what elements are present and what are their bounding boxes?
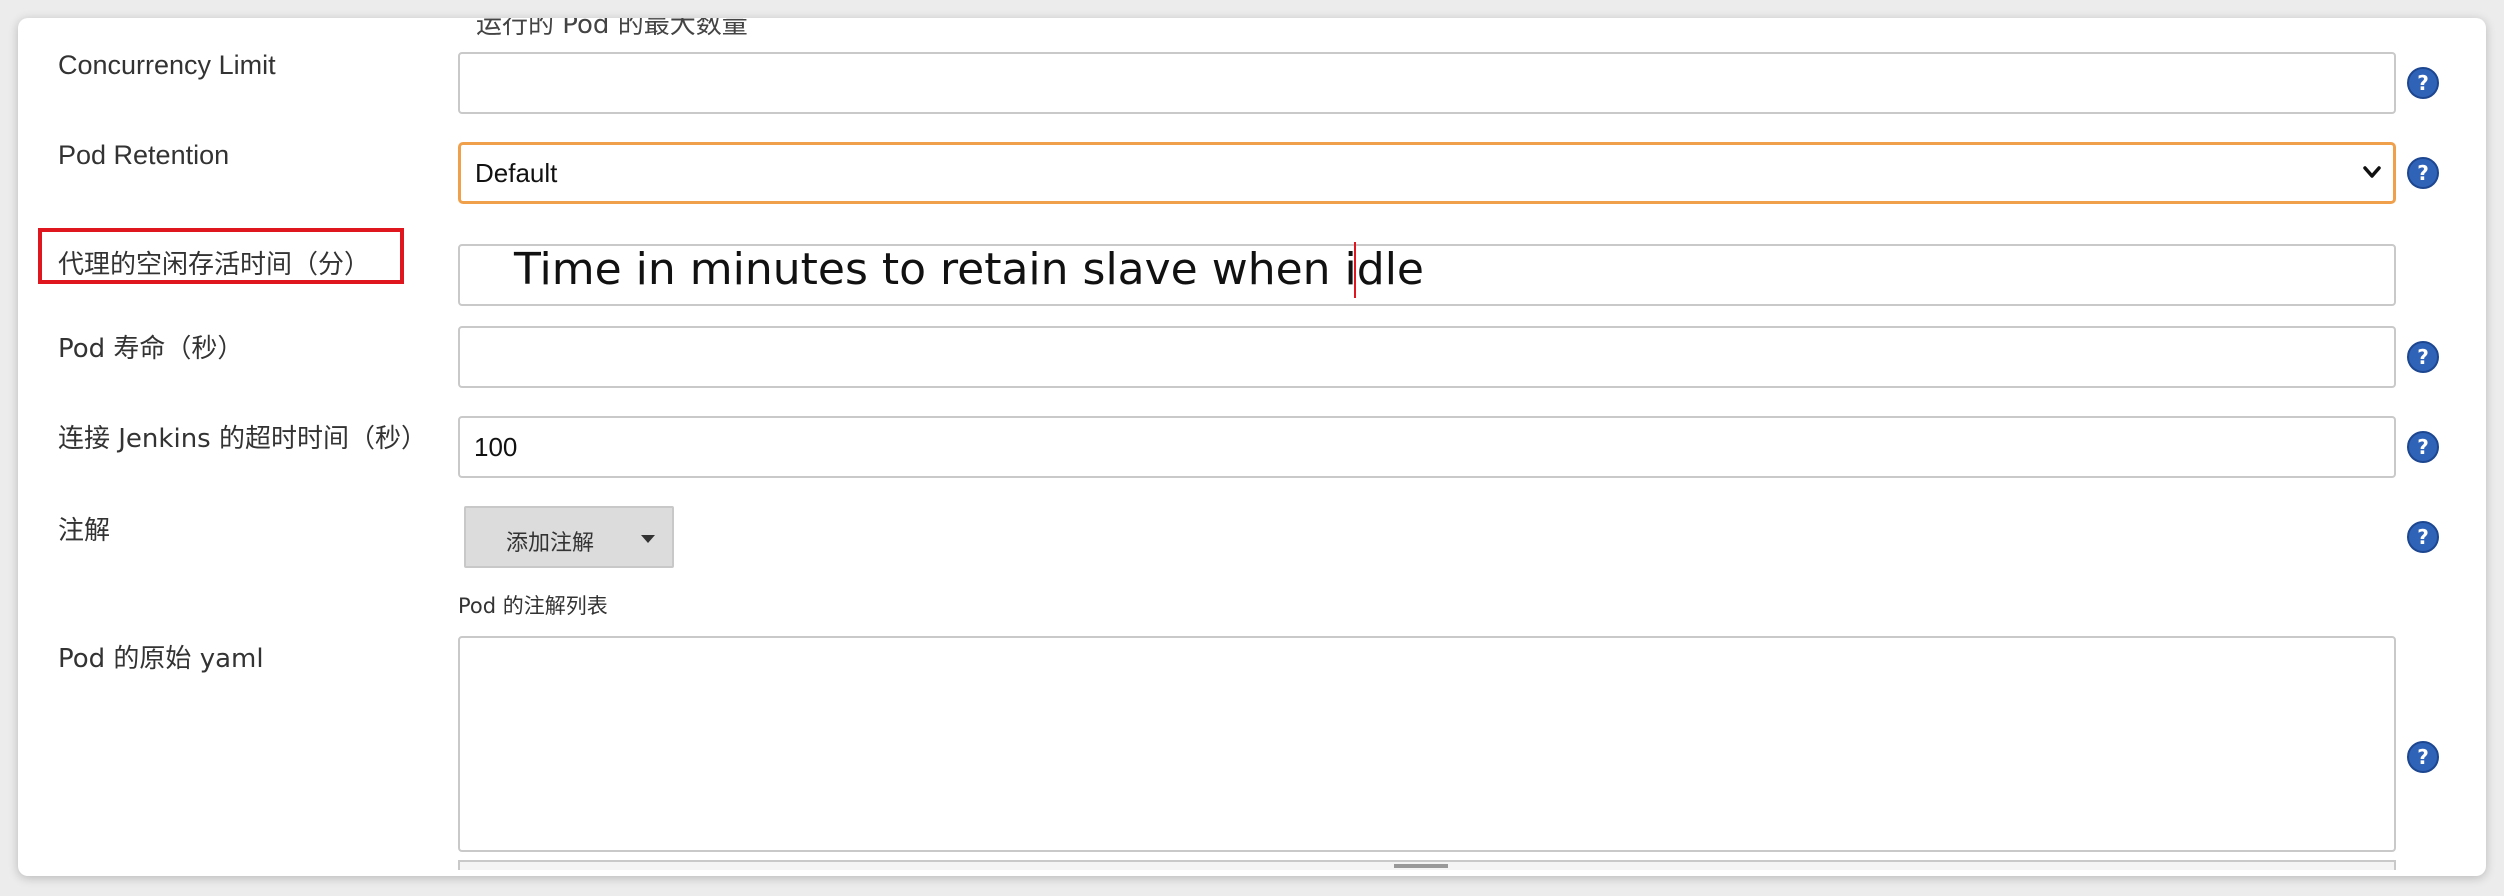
help-circle-icon[interactable]: ? (2406, 66, 2440, 100)
annotations-hint: Pod 的注解列表 (458, 594, 608, 618)
settings-panel: 运行的 Pod 的最大数量 Concurrency Limit ? Pod Re… (18, 18, 2486, 876)
idle-time-label: 代理的空闲存活时间（分） (58, 250, 371, 280)
pod-retention-select[interactable]: Default (458, 142, 2396, 204)
annotations-label: 注解 (58, 516, 111, 546)
chevron-down-icon (2363, 166, 2381, 178)
jenkins-timeout-input[interactable]: 100 (458, 416, 2396, 478)
textarea-drag-bar[interactable] (458, 860, 2396, 870)
concurrency-limit-input[interactable] (458, 52, 2396, 114)
pod-retention-label: Pod Retention (58, 140, 230, 170)
svg-text:?: ? (2417, 525, 2429, 549)
caret-down-icon (641, 535, 655, 543)
drag-grip-icon (1394, 864, 1448, 868)
svg-text:?: ? (2417, 71, 2429, 95)
pod-lifetime-label: Pod 寿命（秒） (58, 334, 244, 364)
raw-yaml-textarea[interactable] (458, 636, 2396, 852)
help-circle-icon[interactable]: ? (2406, 430, 2440, 464)
concurrency-limit-label: Concurrency Limit (58, 50, 276, 80)
help-circle-icon[interactable]: ? (2406, 520, 2440, 554)
annotation-text: Time in minutes to retain slave when idl… (514, 244, 1424, 295)
help-circle-icon[interactable]: ? (2406, 740, 2440, 774)
add-annotation-button[interactable]: 添加注解 (464, 506, 674, 568)
raw-yaml-label: Pod 的原始 yaml (58, 644, 264, 674)
svg-text:?: ? (2417, 345, 2429, 369)
svg-text:?: ? (2417, 745, 2429, 769)
help-circle-icon[interactable]: ? (2406, 156, 2440, 190)
help-circle-icon[interactable]: ? (2406, 340, 2440, 374)
jenkins-timeout-label: 连接 Jenkins 的超时时间（秒） (58, 424, 427, 454)
add-annotation-label: 添加注解 (506, 531, 595, 556)
text-cursor (1354, 242, 1356, 298)
svg-text:?: ? (2417, 435, 2429, 459)
pod-lifetime-input[interactable] (458, 326, 2396, 388)
pod-retention-selected: Default (475, 158, 558, 188)
svg-text:?: ? (2417, 161, 2429, 185)
cut-off-text: 运行的 Pod 的最大数量 (476, 18, 748, 40)
